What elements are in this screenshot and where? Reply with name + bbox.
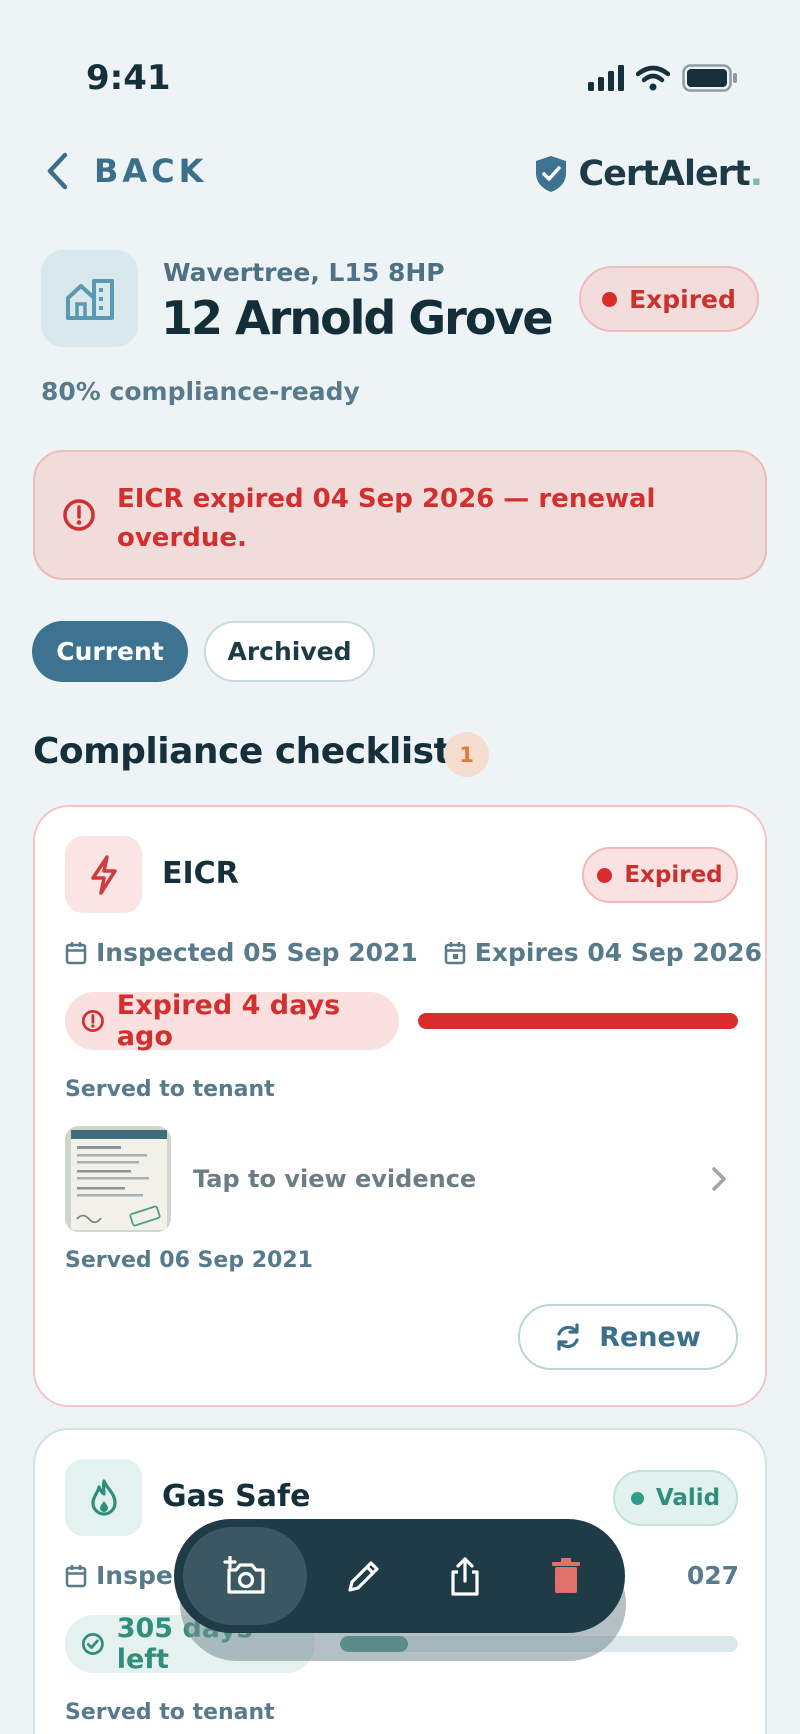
certificate-dates: Inspected 05 Sep 2021 Expires 04 Sep 202… xyxy=(65,938,762,967)
chevron-right-icon xyxy=(712,1167,726,1191)
certificate-name: EICR xyxy=(162,856,239,891)
checklist-count-badge: 1 xyxy=(444,732,489,777)
shield-check-icon xyxy=(536,156,567,192)
calendar-icon xyxy=(444,941,466,964)
alert-circle-icon xyxy=(81,1010,104,1032)
status-dot xyxy=(602,291,618,307)
edit-icon xyxy=(348,1561,379,1592)
expiry-date: Expires 04 Sep 2026 xyxy=(444,938,762,967)
property-name: 12 Arnold Grove xyxy=(161,291,554,345)
validity-progress-fill xyxy=(418,1013,738,1029)
property-status-label: Expired xyxy=(629,284,736,314)
status-dot xyxy=(630,1491,644,1505)
building-icon-tile xyxy=(41,250,138,347)
certificate-name: Gas Safe xyxy=(162,1479,311,1514)
delete-button[interactable] xyxy=(518,1528,614,1624)
signal-icon xyxy=(588,65,624,91)
battery-icon xyxy=(682,64,737,92)
building-icon xyxy=(65,278,114,320)
view-evidence-row[interactable]: Tap to view evidence xyxy=(65,1125,739,1233)
property-area: Wavertree, L15 8HP xyxy=(163,258,445,287)
tab-archived[interactable]: Archived xyxy=(204,621,375,682)
served-label: Served to tenant xyxy=(65,1077,275,1102)
floating-action-toolbar xyxy=(174,1519,625,1633)
section-title: Compliance checklist xyxy=(33,731,451,772)
back-label: BACK xyxy=(94,152,208,190)
wifi-icon xyxy=(636,65,670,91)
share-button[interactable] xyxy=(417,1528,513,1624)
evidence-thumbnail xyxy=(65,1126,171,1232)
back-button[interactable]: BACK xyxy=(46,152,207,190)
expiry-date: 027 xyxy=(686,1561,739,1590)
refresh-icon xyxy=(557,1323,579,1351)
alert-message: EICR expired 04 Sep 2026 — renewal overd… xyxy=(117,484,656,553)
status-icons xyxy=(588,64,738,92)
inspected-date: Inspected 05 Sep 2021 xyxy=(65,938,418,967)
category-icon-tile xyxy=(65,836,142,913)
view-evidence-label: Tap to view evidence xyxy=(193,1165,477,1193)
status-time: 9:41 xyxy=(86,58,171,98)
certificate-status-label: Expired xyxy=(624,862,723,888)
add-photo-button[interactable] xyxy=(183,1527,307,1625)
brand-logo: CertAlert. xyxy=(534,154,763,194)
edit-button[interactable] xyxy=(316,1528,412,1624)
inspected-date: Inspe xyxy=(65,1561,173,1590)
validity-progress-bar xyxy=(418,1013,738,1029)
flame-icon xyxy=(90,1478,117,1516)
alert-circle-icon xyxy=(63,499,95,531)
tab-current[interactable]: Current xyxy=(32,621,188,682)
share-icon xyxy=(451,1557,479,1596)
add-photo-icon xyxy=(223,1556,265,1594)
served-date: Served 06 Sep 2021 xyxy=(65,1248,313,1273)
certificate-status-label: Valid xyxy=(655,1485,721,1511)
compliance-summary: 80% compliance-ready xyxy=(41,377,360,406)
lightning-icon xyxy=(90,854,117,895)
brand-name: CertAlert. xyxy=(578,154,763,194)
expiry-alert-banner: EICR expired 04 Sep 2026 — renewal overd… xyxy=(33,450,767,580)
status-dot xyxy=(597,867,613,883)
delete-icon xyxy=(552,1558,580,1593)
days-status-pill: Expired 4 days ago xyxy=(65,990,399,1052)
check-circle-icon xyxy=(81,1633,104,1655)
certificate-status-badge: Expired xyxy=(582,847,738,903)
renew-button[interactable]: Renew xyxy=(518,1304,738,1370)
certificate-status-badge: Valid xyxy=(613,1470,738,1526)
certificate-card-eicr[interactable]: EICR Expired Inspected 05 Sep 2021 Expir… xyxy=(33,805,767,1407)
chevron-left-icon xyxy=(47,152,68,190)
served-label: Served to tenant xyxy=(65,1700,275,1725)
calendar-icon xyxy=(65,1564,87,1587)
category-icon-tile xyxy=(65,1459,142,1536)
calendar-icon xyxy=(65,941,87,964)
certificate-document-icon xyxy=(65,1126,171,1232)
property-status-badge: Expired xyxy=(579,266,759,332)
